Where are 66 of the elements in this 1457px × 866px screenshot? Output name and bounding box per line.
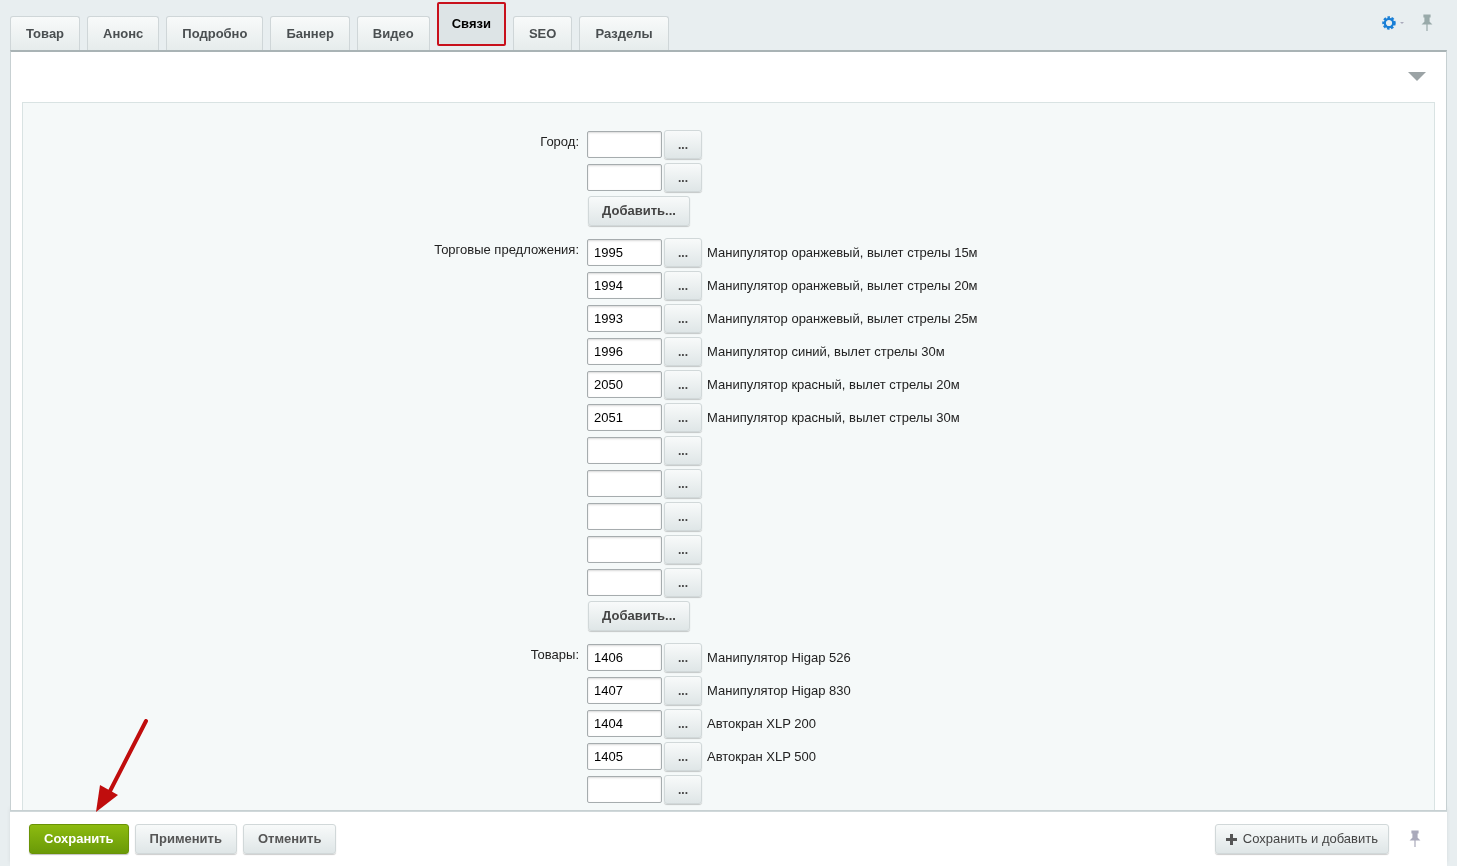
plus-icon [1225,833,1237,845]
browse-button[interactable]: ... [664,643,702,672]
input-field[interactable] [587,437,662,464]
add-button[interactable]: Добавить... [588,601,690,631]
tab[interactable]: SEO [512,16,573,50]
input-field[interactable]: 2051 [587,404,662,431]
input-field[interactable]: 1405 [587,743,662,770]
input-field[interactable]: 1994 [587,272,662,299]
browse-button[interactable]: ... [664,304,702,333]
input-field[interactable]: 1996 [587,338,662,365]
browse-button[interactable]: ... [664,535,702,564]
item-description: Манипулятор синий, вылет стрелы 30м [707,342,945,361]
browse-button[interactable]: ... [664,238,702,267]
field-label: Товары: [529,646,580,664]
browse-button[interactable]: ... [664,469,702,498]
item-description: Манипулятор оранжевый, вылет стрелы 15м [707,243,978,262]
item-description: Манипулятор оранжевый, вылет стрелы 20м [707,276,978,295]
browse-button[interactable]: ... [664,271,702,300]
tab[interactable]: Подробно [166,16,264,50]
input-field[interactable]: 1404 [587,710,662,737]
input-field[interactable] [587,776,662,803]
item-description: Автокран XLP 200 [707,714,816,733]
input-field[interactable]: 1993 [587,305,662,332]
tab[interactable]: Баннер [270,16,350,50]
browse-button[interactable]: ... [664,742,702,771]
collapse-triangle-icon[interactable] [1408,72,1426,82]
item-description: Манипулятор оранжевый, вылет стрелы 25м [707,309,978,328]
tab[interactable]: Связи [436,2,506,46]
browse-button[interactable]: ... [664,775,702,804]
input-field[interactable] [587,503,662,530]
save-and-add-button[interactable]: Сохранить и добавить [1214,824,1389,854]
footer-button[interactable]: Применить [134,824,237,854]
tab[interactable]: Разделы [579,16,669,50]
footer-button[interactable]: Отменить [242,824,337,854]
input-field[interactable]: 2050 [587,371,662,398]
item-description: Манипулятор красный, вылет стрелы 20м [707,375,960,394]
add-button[interactable]: Добавить... [588,196,690,226]
item-description: Автокран XLP 500 [707,747,816,766]
input-field[interactable] [587,131,662,158]
input-field[interactable] [587,536,662,563]
browse-button[interactable]: ... [664,130,702,159]
input-field[interactable]: 1995 [587,239,662,266]
field-label: Город: [539,133,580,151]
item-description: Манипулятор красный, вылет стрелы 30м [707,408,960,427]
browse-button[interactable]: ... [664,436,702,465]
input-field[interactable] [587,164,662,191]
browse-button[interactable]: ... [664,709,702,738]
tab[interactable]: Товар [10,16,81,50]
input-field[interactable]: 1406 [587,644,662,671]
item-description: Манипулятор Higap 830 [707,681,851,700]
pin-icon[interactable] [1409,830,1421,848]
browse-button[interactable]: ... [664,676,702,705]
tab[interactable]: Анонс [87,16,160,50]
browse-button[interactable]: ... [664,502,702,531]
browse-button[interactable]: ... [664,568,702,597]
input-field[interactable] [587,569,662,596]
browse-button[interactable]: ... [664,337,702,366]
pin-icon[interactable] [1421,14,1433,32]
input-field[interactable]: 1407 [587,677,662,704]
browse-button[interactable]: ... [664,403,702,432]
item-description: Манипулятор Higap 526 [707,648,851,667]
tab[interactable]: Видео [356,16,430,50]
browse-button[interactable]: ... [664,163,702,192]
input-field[interactable] [587,470,662,497]
field-label: Торговые предложения: [433,241,580,259]
browse-button[interactable]: ... [664,370,702,399]
